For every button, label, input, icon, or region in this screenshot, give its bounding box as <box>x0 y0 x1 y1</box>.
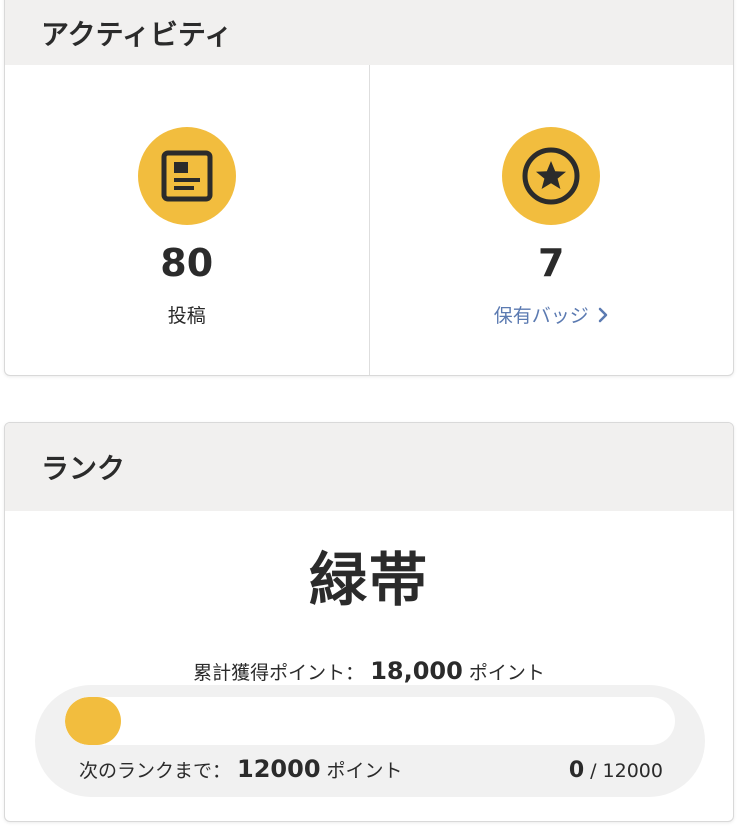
next-rank-unit: ポイント <box>326 760 403 782</box>
next-rank-value: 12000 <box>237 755 321 783</box>
posts-stat: 80 投稿 <box>5 65 369 375</box>
badges-link[interactable]: 保有バッジ <box>494 301 609 328</box>
progress-separator: / <box>590 760 597 782</box>
badges-stat: 7 保有バッジ <box>368 65 734 375</box>
activity-stats: 80 投稿 7 保有バッジ <box>5 65 734 375</box>
progress-max: 12000 <box>602 760 663 782</box>
total-points-value: 18,000 <box>370 657 463 685</box>
document-icon <box>137 127 236 225</box>
activity-header: アクティビティ <box>5 0 733 65</box>
badges-count: 7 <box>538 241 565 285</box>
rank-title: ランク <box>41 452 126 485</box>
rank-header: ランク <box>5 423 733 511</box>
rank-progress-panel: 次のランクまで： 12000 ポイント 0 / 12000 <box>35 685 705 797</box>
rank-card: ランク 緑帯 累計獲得ポイント： 18,000 ポイント 次のランクまで： 12… <box>4 422 734 822</box>
total-points-unit: ポイント <box>468 662 545 684</box>
progress-bar <box>65 697 675 745</box>
progress-bar-fill <box>65 697 121 745</box>
posts-label: 投稿 <box>167 305 206 327</box>
star-badge-icon <box>502 127 601 225</box>
total-points: 累計獲得ポイント： 18,000 ポイント <box>5 657 733 685</box>
activity-title: アクティビティ <box>41 18 233 51</box>
chevron-right-icon <box>598 307 607 322</box>
progress-current: 0 <box>568 758 585 783</box>
rank-name: 緑帯 <box>308 546 429 614</box>
posts-count: 80 <box>160 241 214 285</box>
activity-card: アクティビティ 80 投稿 7 保有バッジ <box>4 0 734 376</box>
badges-link-label: 保有バッジ <box>493 305 589 327</box>
next-rank-label: 次のランクまで： <box>79 760 232 782</box>
next-rank-points: 次のランクまで： 12000 ポイント <box>79 755 403 783</box>
progress-ratio: 0 / 12000 <box>569 758 663 783</box>
total-points-label: 累計獲得ポイント： <box>193 662 365 684</box>
